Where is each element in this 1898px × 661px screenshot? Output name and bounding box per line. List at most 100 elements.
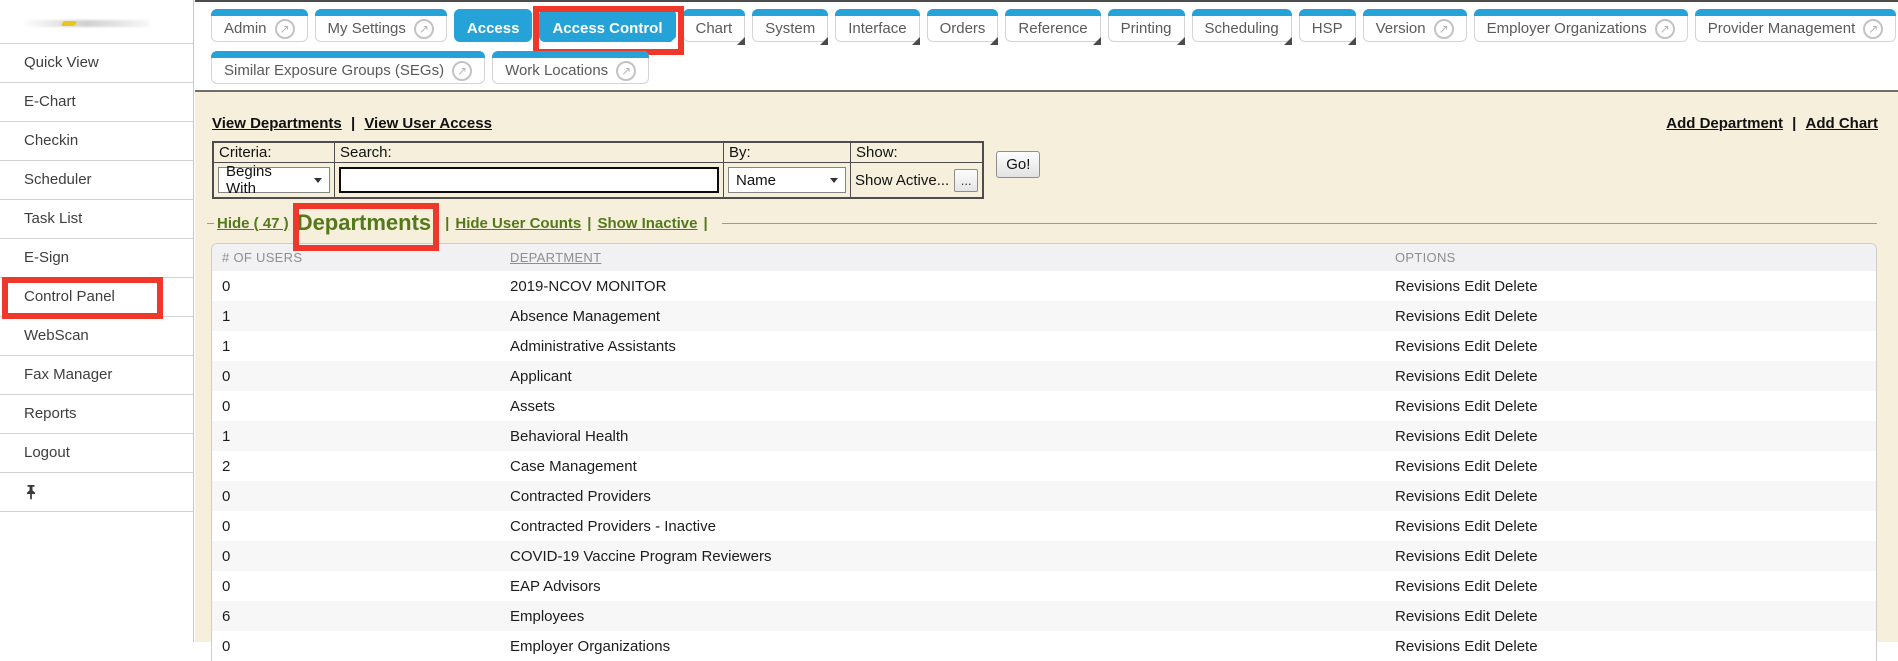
sidebar-item-checkin[interactable]: Checkin	[0, 122, 193, 161]
go-button[interactable]: Go!	[996, 151, 1040, 178]
toolbar-links: View Departments | View User Access Add …	[195, 92, 1898, 132]
legend-divider: |	[587, 215, 591, 232]
row-actions[interactable]: Revisions Edit Delete	[1395, 458, 1876, 475]
show-label: Show:	[851, 142, 984, 163]
external-link-icon[interactable]: ↗	[616, 61, 636, 81]
sidebar-item-control-panel[interactable]: Control Panel	[0, 278, 193, 317]
external-link-icon[interactable]: ↗	[1863, 19, 1883, 39]
tab-interface[interactable]: Interface	[835, 9, 919, 42]
row-actions[interactable]: Revisions Edit Delete	[1395, 548, 1876, 565]
show-inactive-link[interactable]: Show Inactive	[597, 215, 697, 232]
sidebar-item-task-list[interactable]: Task List	[0, 200, 193, 239]
sidebar-item-e-sign[interactable]: E-Sign	[0, 239, 193, 278]
sidebar-item-scheduler[interactable]: Scheduler	[0, 161, 193, 200]
cell-users: 0	[222, 278, 510, 295]
view-departments-link[interactable]: View Departments	[212, 115, 342, 132]
criteria-label: Criteria:	[213, 142, 335, 163]
sidebar-item-fax-manager[interactable]: Fax Manager	[0, 356, 193, 395]
show-active-value: Show Active...	[855, 172, 949, 189]
pushpin-icon	[24, 484, 38, 500]
external-link-icon[interactable]: ↗	[1434, 19, 1454, 39]
menu-corner-icon	[912, 37, 920, 45]
tab-hsp[interactable]: HSP	[1299, 9, 1356, 42]
search-input[interactable]	[339, 167, 719, 193]
row-actions[interactable]: Revisions Edit Delete	[1395, 308, 1876, 325]
tab-provider-management[interactable]: Provider Management ↗	[1695, 9, 1897, 42]
external-link-icon[interactable]: ↗	[452, 61, 472, 81]
cell-department: 2019-NCOV MONITOR	[510, 278, 1395, 295]
tab-access[interactable]: Access	[454, 9, 533, 42]
external-link-icon[interactable]: ↗	[414, 19, 434, 39]
row-actions[interactable]: Revisions Edit Delete	[1395, 278, 1876, 295]
tab-label: HSP	[1312, 20, 1343, 37]
sidebar-item-e-chart[interactable]: E-Chart	[0, 83, 193, 122]
row-actions[interactable]: Revisions Edit Delete	[1395, 428, 1876, 445]
criteria-select[interactable]: Begins With	[218, 167, 330, 193]
cell-department: Absence Management	[510, 308, 1395, 325]
column-header-department[interactable]: DEPARTMENT	[510, 250, 1395, 265]
hide-user-counts-link[interactable]: Hide User Counts	[455, 215, 581, 232]
external-link-icon[interactable]: ↗	[275, 19, 295, 39]
tab-orders[interactable]: Orders	[927, 9, 999, 42]
tab-label: Reference	[1018, 20, 1087, 37]
logo-accent	[61, 21, 77, 26]
table-row: 0 Applicant Revisions Edit Delete	[212, 361, 1876, 391]
tab-employer-organizations[interactable]: Employer Organizations ↗	[1474, 9, 1688, 42]
tab-printing[interactable]: Printing	[1108, 9, 1185, 42]
table-row: 1 Administrative Assistants Revisions Ed…	[212, 331, 1876, 361]
column-header-users[interactable]: # OF USERS	[222, 250, 510, 265]
tab-access-control[interactable]: Access Control	[539, 9, 675, 42]
table-row: 0 Contracted Providers Revisions Edit De…	[212, 481, 1876, 511]
tab-label: Version	[1376, 20, 1426, 37]
tab-work-locations[interactable]: Work Locations ↗	[492, 51, 649, 84]
table-row: 0 COVID-19 Vaccine Program Reviewers Rev…	[212, 541, 1876, 571]
search-form: Criteria: Search: By: Show: Begins With	[212, 141, 1898, 199]
sidebar-item-logout[interactable]: Logout	[0, 434, 193, 473]
menu-corner-icon	[990, 37, 998, 45]
hide-count-link[interactable]: Hide ( 47 )	[217, 215, 289, 232]
add-department-link[interactable]: Add Department	[1666, 115, 1783, 132]
tab-label: Interface	[848, 20, 906, 37]
tab-admin[interactable]: Admin ↗	[211, 9, 308, 42]
tab-similar-exposure-groups[interactable]: Similar Exposure Groups (SEGs) ↗	[211, 51, 485, 84]
by-label: By:	[724, 142, 851, 163]
cell-department: Applicant	[510, 368, 1395, 385]
by-select[interactable]: Name	[728, 167, 846, 193]
add-chart-link[interactable]: Add Chart	[1806, 115, 1879, 132]
tab-scheduling[interactable]: Scheduling	[1192, 9, 1292, 42]
tab-label: Work Locations	[505, 62, 608, 79]
sidebar-item-quick-view[interactable]: Quick View	[0, 44, 193, 83]
column-header-options: OPTIONS	[1395, 250, 1876, 265]
tab-bar-row1: Admin ↗ My Settings ↗ Access Access Cont…	[211, 9, 1896, 42]
external-link-icon[interactable]: ↗	[1655, 19, 1675, 39]
tab-my-settings[interactable]: My Settings ↗	[315, 9, 447, 42]
tab-label: Access Control	[552, 20, 662, 37]
sidebar-pin-toggle[interactable]	[0, 473, 193, 512]
table-body: 0 2019-NCOV MONITOR Revisions Edit Delet…	[212, 271, 1876, 661]
row-actions[interactable]: Revisions Edit Delete	[1395, 368, 1876, 385]
sidebar-item-webscan[interactable]: WebScan	[0, 317, 193, 356]
row-actions[interactable]: Revisions Edit Delete	[1395, 638, 1876, 655]
row-actions[interactable]: Revisions Edit Delete	[1395, 608, 1876, 625]
row-actions[interactable]: Revisions Edit Delete	[1395, 518, 1876, 535]
sidebar-item-reports[interactable]: Reports	[0, 395, 193, 434]
row-actions[interactable]: Revisions Edit Delete	[1395, 338, 1876, 355]
tab-label: Access	[467, 20, 520, 37]
add-links: Add Department | Add Chart	[1666, 115, 1878, 132]
tab-chart[interactable]: Chart	[683, 9, 746, 42]
table-row: 0 Contracted Providers - Inactive Revisi…	[212, 511, 1876, 541]
tab-system[interactable]: System	[752, 9, 828, 42]
show-options-button[interactable]: ...	[954, 169, 978, 192]
cell-department: Contracted Providers - Inactive	[510, 518, 1395, 535]
row-actions[interactable]: Revisions Edit Delete	[1395, 488, 1876, 505]
cell-users: 0	[222, 638, 510, 655]
row-actions[interactable]: Revisions Edit Delete	[1395, 398, 1876, 415]
cell-department: Administrative Assistants	[510, 338, 1395, 355]
app-logo	[0, 0, 193, 44]
tab-version[interactable]: Version ↗	[1363, 9, 1467, 42]
view-user-access-link[interactable]: View User Access	[364, 115, 492, 132]
menu-corner-icon	[1177, 37, 1185, 45]
tab-reference[interactable]: Reference	[1005, 9, 1100, 42]
row-actions[interactable]: Revisions Edit Delete	[1395, 578, 1876, 595]
table-row: 1 Absence Management Revisions Edit Dele…	[212, 301, 1876, 331]
